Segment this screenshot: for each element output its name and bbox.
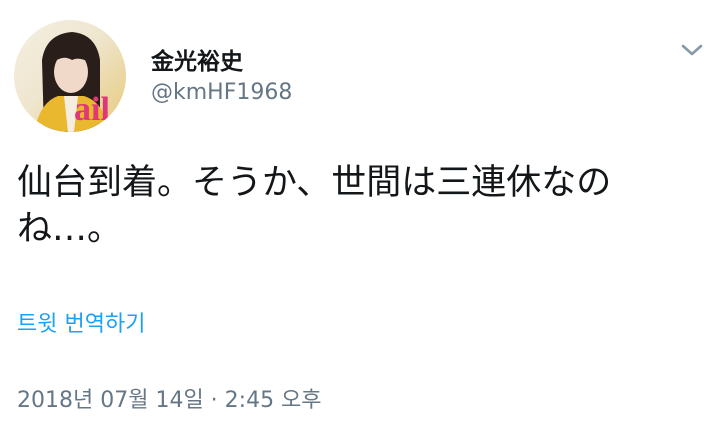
tweet-text-line: 仙台到着。そうか、世間は三連休なの xyxy=(17,163,612,203)
tweet-card: ail 金光裕史 @kmHF1968 仙台到着。そうか、世間は三連休なの ね…。… xyxy=(0,0,720,426)
avatar[interactable]: ail xyxy=(14,20,126,132)
tweet-text-line: ね…。 xyxy=(17,209,123,249)
display-name[interactable]: 金光裕史 xyxy=(151,42,243,76)
avatar-image: ail xyxy=(34,32,110,132)
tweet-text: 仙台到着。そうか、世間は三連休なの ね…。 xyxy=(17,160,657,252)
avatar-logo-text: ail xyxy=(74,91,110,128)
translate-tweet-link[interactable]: 트윗 번역하기 xyxy=(17,306,145,338)
chevron-down-icon[interactable] xyxy=(680,40,704,60)
tweet-timestamp[interactable]: 2018년 07월 14일 · 2:45 오후 xyxy=(17,382,322,414)
user-handle[interactable]: @kmHF1968 xyxy=(151,80,292,105)
